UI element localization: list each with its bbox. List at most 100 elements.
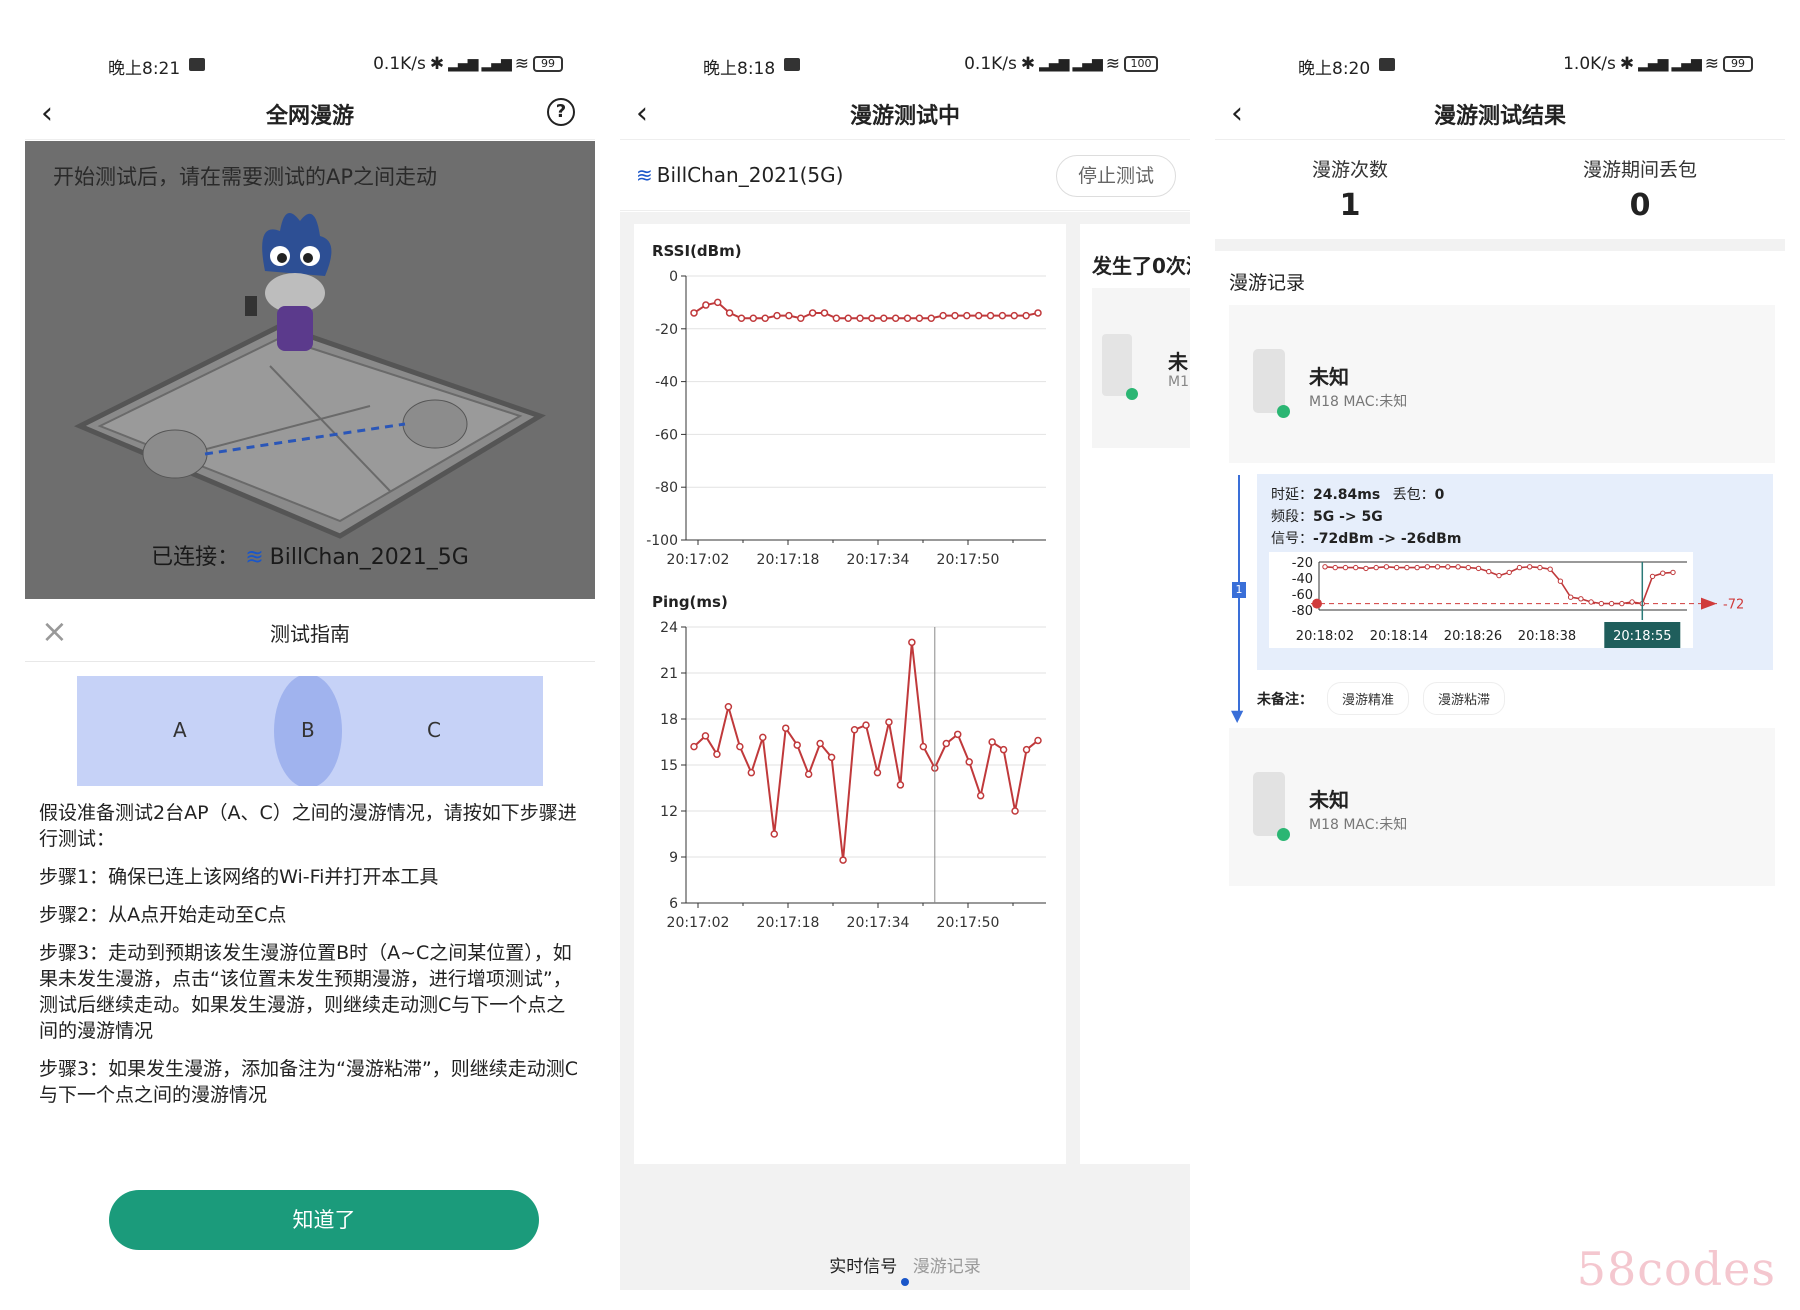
data-point xyxy=(1011,807,1019,815)
ssid: ≋ BillChan_2021(5G) xyxy=(636,163,843,187)
signal-icon: ▂▄▆ xyxy=(1638,56,1668,72)
stop-test-button[interactable]: 停止测试 xyxy=(1056,155,1176,197)
tooltip-text: 20:18:55 xyxy=(1613,629,1671,644)
ap-card-2[interactable]: 未知 M18 MAC:未知 xyxy=(1229,728,1775,886)
x-tick-label: 20:17:50 xyxy=(937,552,1000,568)
data-point xyxy=(1608,600,1615,607)
y-tick-label: 12 xyxy=(660,804,678,820)
data-point xyxy=(1619,600,1625,607)
y-tick-label: -60 xyxy=(655,427,678,443)
data-point xyxy=(873,768,882,777)
timeline-marker: 1 xyxy=(1232,582,1246,598)
data-point xyxy=(1373,564,1379,571)
page-indicator xyxy=(901,1278,909,1286)
data-point xyxy=(1660,570,1666,576)
ssid-text: BillChan_2021(5G) xyxy=(656,163,844,187)
data-point xyxy=(976,791,985,800)
data-point xyxy=(1363,565,1369,572)
got-it-button[interactable]: 知道了 xyxy=(109,1190,539,1250)
tab-realtime-signal[interactable]: 实时信号 xyxy=(829,1257,897,1277)
guide-step: 步骤1：确保已连上该网络的Wi-Fi并打开本工具 xyxy=(39,866,439,888)
wifi-icon: ≋ xyxy=(1105,54,1120,74)
data-point xyxy=(1547,566,1553,572)
help-icon[interactable]: ? xyxy=(547,98,575,126)
message-icon xyxy=(1379,58,1395,71)
threshold-start-dot xyxy=(1312,598,1322,609)
status-bar: 晚上8:21 0.1K/s ✱ ▂▄▆ ▂▄▆ ≋ 99 xyxy=(25,48,595,82)
data-point xyxy=(816,739,824,748)
data-point xyxy=(797,314,805,322)
x-tick-label: 20:17:50 xyxy=(937,915,1000,931)
online-dot xyxy=(1277,828,1290,841)
y-tick-label: 0 xyxy=(669,269,678,285)
data-point xyxy=(974,311,983,320)
data-point xyxy=(827,753,836,762)
data-point xyxy=(1022,311,1030,320)
data-point xyxy=(1567,594,1574,600)
data-point xyxy=(1010,311,1019,320)
data-point xyxy=(690,742,698,751)
band-row: 频段：5G -> 5G xyxy=(1271,506,1383,526)
loss-value: 0 xyxy=(1629,188,1651,223)
data-point xyxy=(759,733,767,742)
latency-label: 时延： xyxy=(1271,487,1313,503)
data-point xyxy=(1486,568,1492,575)
guide-step: 步骤3：走动到预期该发生漫游位置B时（A~C之间某位置），如果未发生漫游，点击“… xyxy=(39,942,572,1042)
threshold-arrow xyxy=(1701,597,1717,610)
online-dot xyxy=(1126,388,1138,400)
data-point xyxy=(761,314,769,322)
ap-card-1[interactable]: 未知 M18 MAC:未知 xyxy=(1229,305,1775,463)
y-tick-label: -80 xyxy=(655,480,678,496)
tab-roam-records[interactable]: 漫游记录 xyxy=(913,1257,981,1277)
point-b: B xyxy=(301,718,315,742)
battery-icon: 100 xyxy=(1124,56,1158,72)
data-point xyxy=(896,781,905,789)
data-point xyxy=(1496,572,1502,579)
ap-name: 未知 xyxy=(1309,365,1349,389)
data-point xyxy=(1465,564,1471,571)
router-icon xyxy=(1253,772,1285,836)
data-point xyxy=(903,314,912,322)
data-point xyxy=(1424,564,1431,570)
connected-status: 已连接： ≋ BillChan_2021_5G xyxy=(25,539,595,571)
data-point xyxy=(880,314,888,322)
status-bar: 晚上8:18 0.1K/s ✱ ▂▄▆ ▂▄▆ ≋ 100 xyxy=(620,48,1190,82)
y-tick-label: -80 xyxy=(1292,604,1313,619)
guide-intro: 假设准备测试2台AP（A、C）之间的漫游情况，请按如下步骤进行测试： xyxy=(39,802,577,850)
chip-roam-sticky[interactable]: 漫游粘滞 xyxy=(1423,682,1506,715)
guide-header: × 测试指南 xyxy=(25,600,595,662)
data-point xyxy=(953,730,962,739)
data-point xyxy=(785,311,793,320)
x-tick-label: 20:17:18 xyxy=(757,552,820,568)
y-tick-label: 9 xyxy=(669,850,678,866)
bluetooth-icon: ✱ xyxy=(1619,54,1635,74)
status-time: 晚上8:18 xyxy=(703,59,776,79)
data-point xyxy=(939,311,947,320)
roam-count-stat: 漫游次数 1 xyxy=(1225,155,1475,223)
wifi-icon: ≋ xyxy=(514,54,529,74)
ap-meta: M18 MAC:未知 xyxy=(1309,817,1408,833)
screen-roaming-guide: 晚上8:21 0.1K/s ✱ ▂▄▆ ▂▄▆ ≋ 99 ‹ 全网漫游 ? 开始… xyxy=(25,0,595,1310)
data-point xyxy=(1393,564,1400,571)
data-point xyxy=(951,311,959,320)
x-tick-label: 20:17:18 xyxy=(757,915,820,931)
data-point xyxy=(1322,564,1328,570)
message-icon xyxy=(189,58,205,71)
net-speed: 0.1K/s xyxy=(964,54,1017,74)
notes-label: 未备注： xyxy=(1257,691,1313,708)
page-tabs: 实时信号 漫游记录 xyxy=(620,1252,1190,1277)
x-tick-label: 20:17:02 xyxy=(667,552,730,568)
signal-value: -72dBm -> -26dBm xyxy=(1313,531,1462,547)
y-tick-label: -40 xyxy=(1292,572,1313,587)
ap-name: 未知 xyxy=(1309,788,1349,812)
chip-roam-accurate[interactable]: 漫游精准 xyxy=(1327,682,1410,715)
x-tick-label: 20:18:38 xyxy=(1518,629,1576,644)
latency-row: 时延：24.84ms 丢包：0 xyxy=(1271,484,1444,504)
roam-occurred-text: 发生了0次漫 xyxy=(1092,254,1190,278)
data-point xyxy=(773,311,781,320)
status-time: 晚上8:21 xyxy=(108,59,181,79)
title-bar: ‹ 漫游测试中 xyxy=(620,90,1190,140)
loss-label: 漫游期间丢包 xyxy=(1582,159,1697,181)
battery-icon: 99 xyxy=(1723,56,1753,72)
data-point xyxy=(804,770,813,778)
